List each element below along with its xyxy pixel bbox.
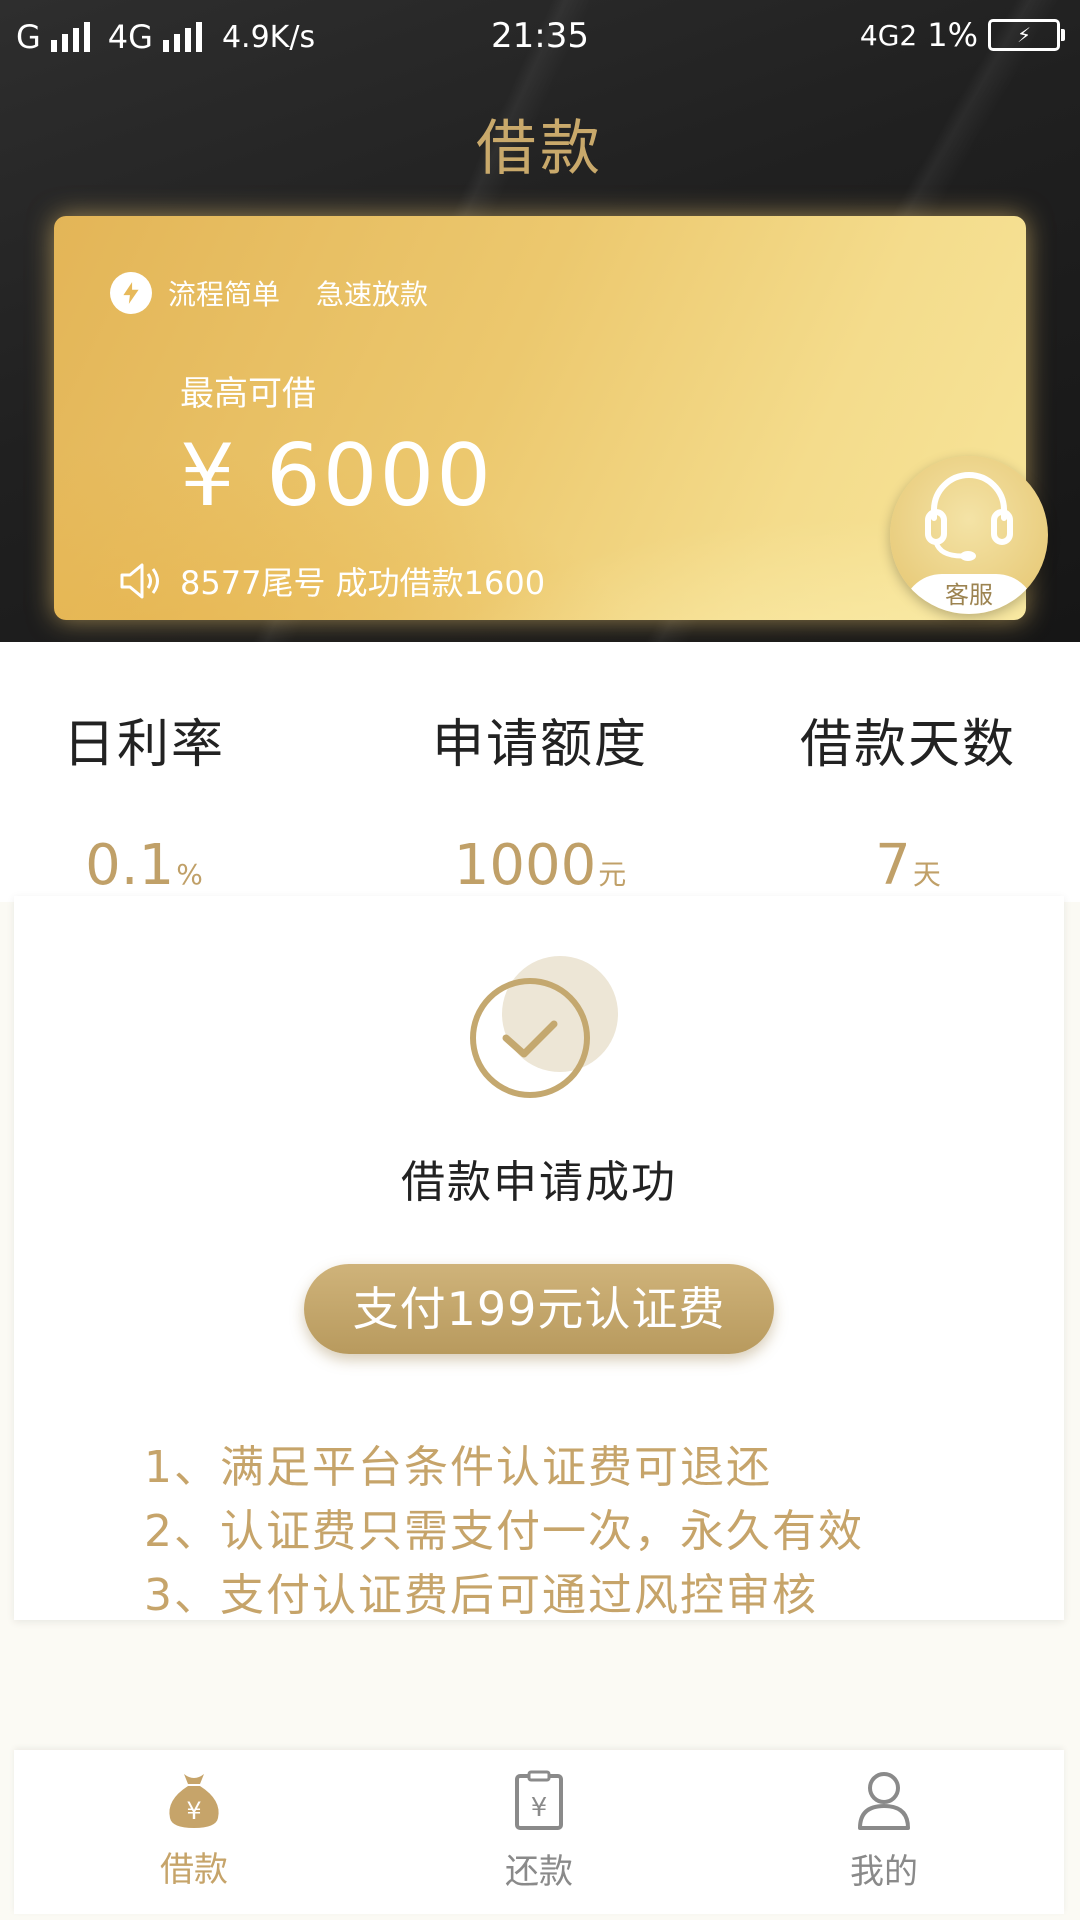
loan-stats: 日利率 0.1% 申请额度 1000元 借款天数 7天 — [0, 642, 1080, 902]
stat-unit: 天 — [912, 858, 941, 891]
network-label: 4G2 — [859, 18, 918, 52]
pay-certification-fee-button[interactable]: 支付199元认证费 — [304, 1264, 774, 1354]
note-item: 1、满足平台条件认证费可退还 — [144, 1442, 772, 1493]
tab-label: 还款 — [505, 1852, 573, 1892]
status-bar: G 4G 4.9K/s 21:35 4G2 1% ⚡ — [0, 0, 1080, 72]
lightning-icon — [110, 272, 152, 314]
stat-label: 申请额度 — [431, 715, 648, 775]
svg-text:¥: ¥ — [531, 1793, 548, 1823]
customer-service-button[interactable]: 客服 — [890, 456, 1048, 614]
loan-notice: 8577尾号 成功借款1600 — [118, 558, 545, 604]
tab-profile[interactable]: 我的 — [764, 1770, 1004, 1893]
tab-loan[interactable]: ¥ 借款 — [74, 1770, 314, 1891]
notice-text: 8577尾号 成功借款1600 — [180, 564, 546, 602]
success-icon — [470, 956, 630, 1116]
note-item: 2、认证费只需支付一次，永久有效 — [144, 1506, 864, 1557]
result-panel: 借款申请成功 支付199元认证费 1、满足平台条件认证费可退还 2、认证费只需支… — [14, 896, 1064, 1621]
stat-label: 日利率 — [62, 715, 225, 775]
stat-unit: % — [176, 858, 203, 891]
max-loan-label: 最高可借 — [180, 374, 316, 414]
success-message: 借款申请成功 — [401, 1157, 677, 1208]
tab-repay[interactable]: ¥ 还款 — [419, 1770, 659, 1893]
money-bag-icon: ¥ — [169, 1774, 219, 1828]
stat-value: 0.1 — [85, 833, 175, 898]
page-title: 借款 — [476, 114, 604, 184]
tag-simple-process: 流程简单 — [168, 278, 281, 311]
stat-daily-rate: 日利率 0.1% — [0, 702, 324, 898]
stat-label: 借款天数 — [799, 715, 1016, 775]
bottom-tab-bar: ¥ 借款 ¥ 还款 我的 — [14, 1750, 1064, 1914]
battery-percent: 1% — [927, 16, 978, 54]
tab-label: 借款 — [160, 1850, 228, 1890]
battery-charging-icon: ⚡ — [988, 19, 1065, 51]
customer-service-label: 客服 — [902, 574, 1036, 614]
bill-icon: ¥ — [515, 1770, 563, 1830]
profile-icon — [858, 1772, 910, 1830]
svg-text:¥: ¥ — [186, 1797, 201, 1825]
tag-fast-loan: 急速放款 — [316, 278, 429, 311]
promo-card: 流程简单 急速放款 最高可借 ¥ 6000 8577尾号 成功借款1600 — [54, 216, 1026, 620]
stat-unit: 元 — [598, 858, 627, 891]
stat-value: 7 — [875, 833, 911, 898]
stat-apply-amount: 申请额度 1000元 — [360, 702, 720, 898]
note-item: 3、支付认证费后可通过风控审核 — [144, 1570, 818, 1621]
stat-value: 1000 — [453, 833, 597, 898]
tab-label: 我的 — [850, 1852, 918, 1892]
notes-list: 1、满足平台条件认证费可退还 2、认证费只需支付一次，永久有效 3、支付认证费后… — [144, 1436, 864, 1628]
headset-icon — [925, 472, 1013, 561]
speaker-icon — [120, 563, 159, 599]
stat-loan-days: 借款天数 7天 — [728, 702, 1080, 898]
max-loan-amount: ¥ 6000 — [180, 426, 493, 526]
